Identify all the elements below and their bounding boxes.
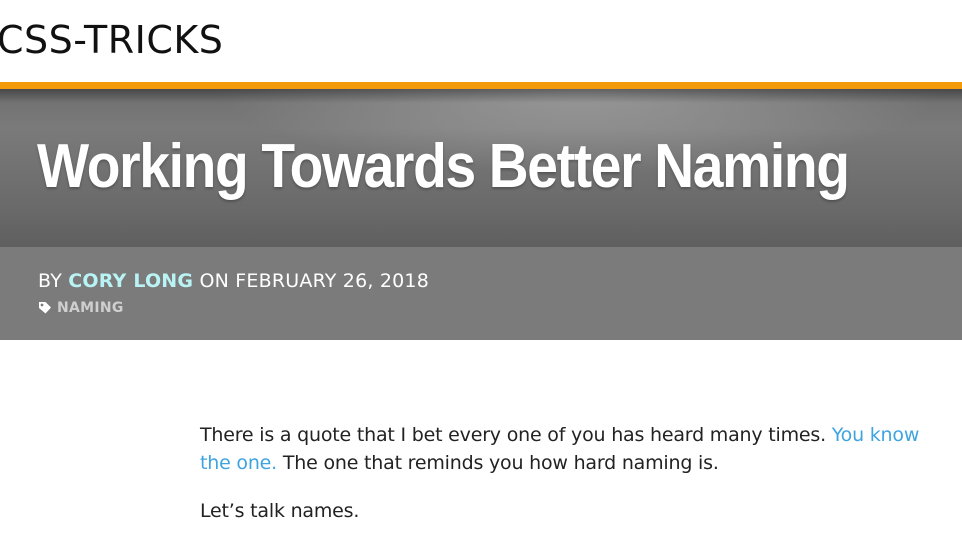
paragraph-text: The one that reminds you how hard naming… — [282, 452, 719, 474]
author-link[interactable]: CORY LONG — [68, 270, 193, 292]
article-content: There is a quote that I bet every one of… — [200, 421, 945, 525]
tag-link-naming[interactable]: NAMING — [57, 300, 124, 316]
byline-prefix: BY — [38, 270, 63, 292]
paragraph-lets-talk: Let’s talk names. — [200, 500, 360, 522]
publish-date: FEBRUARY 26, 2018 — [235, 270, 430, 292]
accent-bar — [0, 82, 962, 89]
hero-shadow — [0, 89, 962, 103]
article-hero: Working Towards Better Naming — [0, 89, 962, 247]
site-logo[interactable]: CSS-TRICKS — [0, 18, 223, 62]
paragraph-intro: There is a quote that I bet every one of… — [200, 421, 945, 477]
site-header: CSS-TRICKS — [0, 0, 962, 82]
paragraph-text: There is a quote that I bet every one of… — [200, 424, 826, 446]
tag-icon — [39, 302, 51, 314]
article-title: Working Towards Better Naming — [37, 132, 850, 201]
byline-date-prefix: ON — [199, 270, 230, 292]
tag-list: NAMING — [38, 299, 124, 317]
byline: BY CORY LONG ON FEBRUARY 26, 2018 — [38, 268, 429, 294]
